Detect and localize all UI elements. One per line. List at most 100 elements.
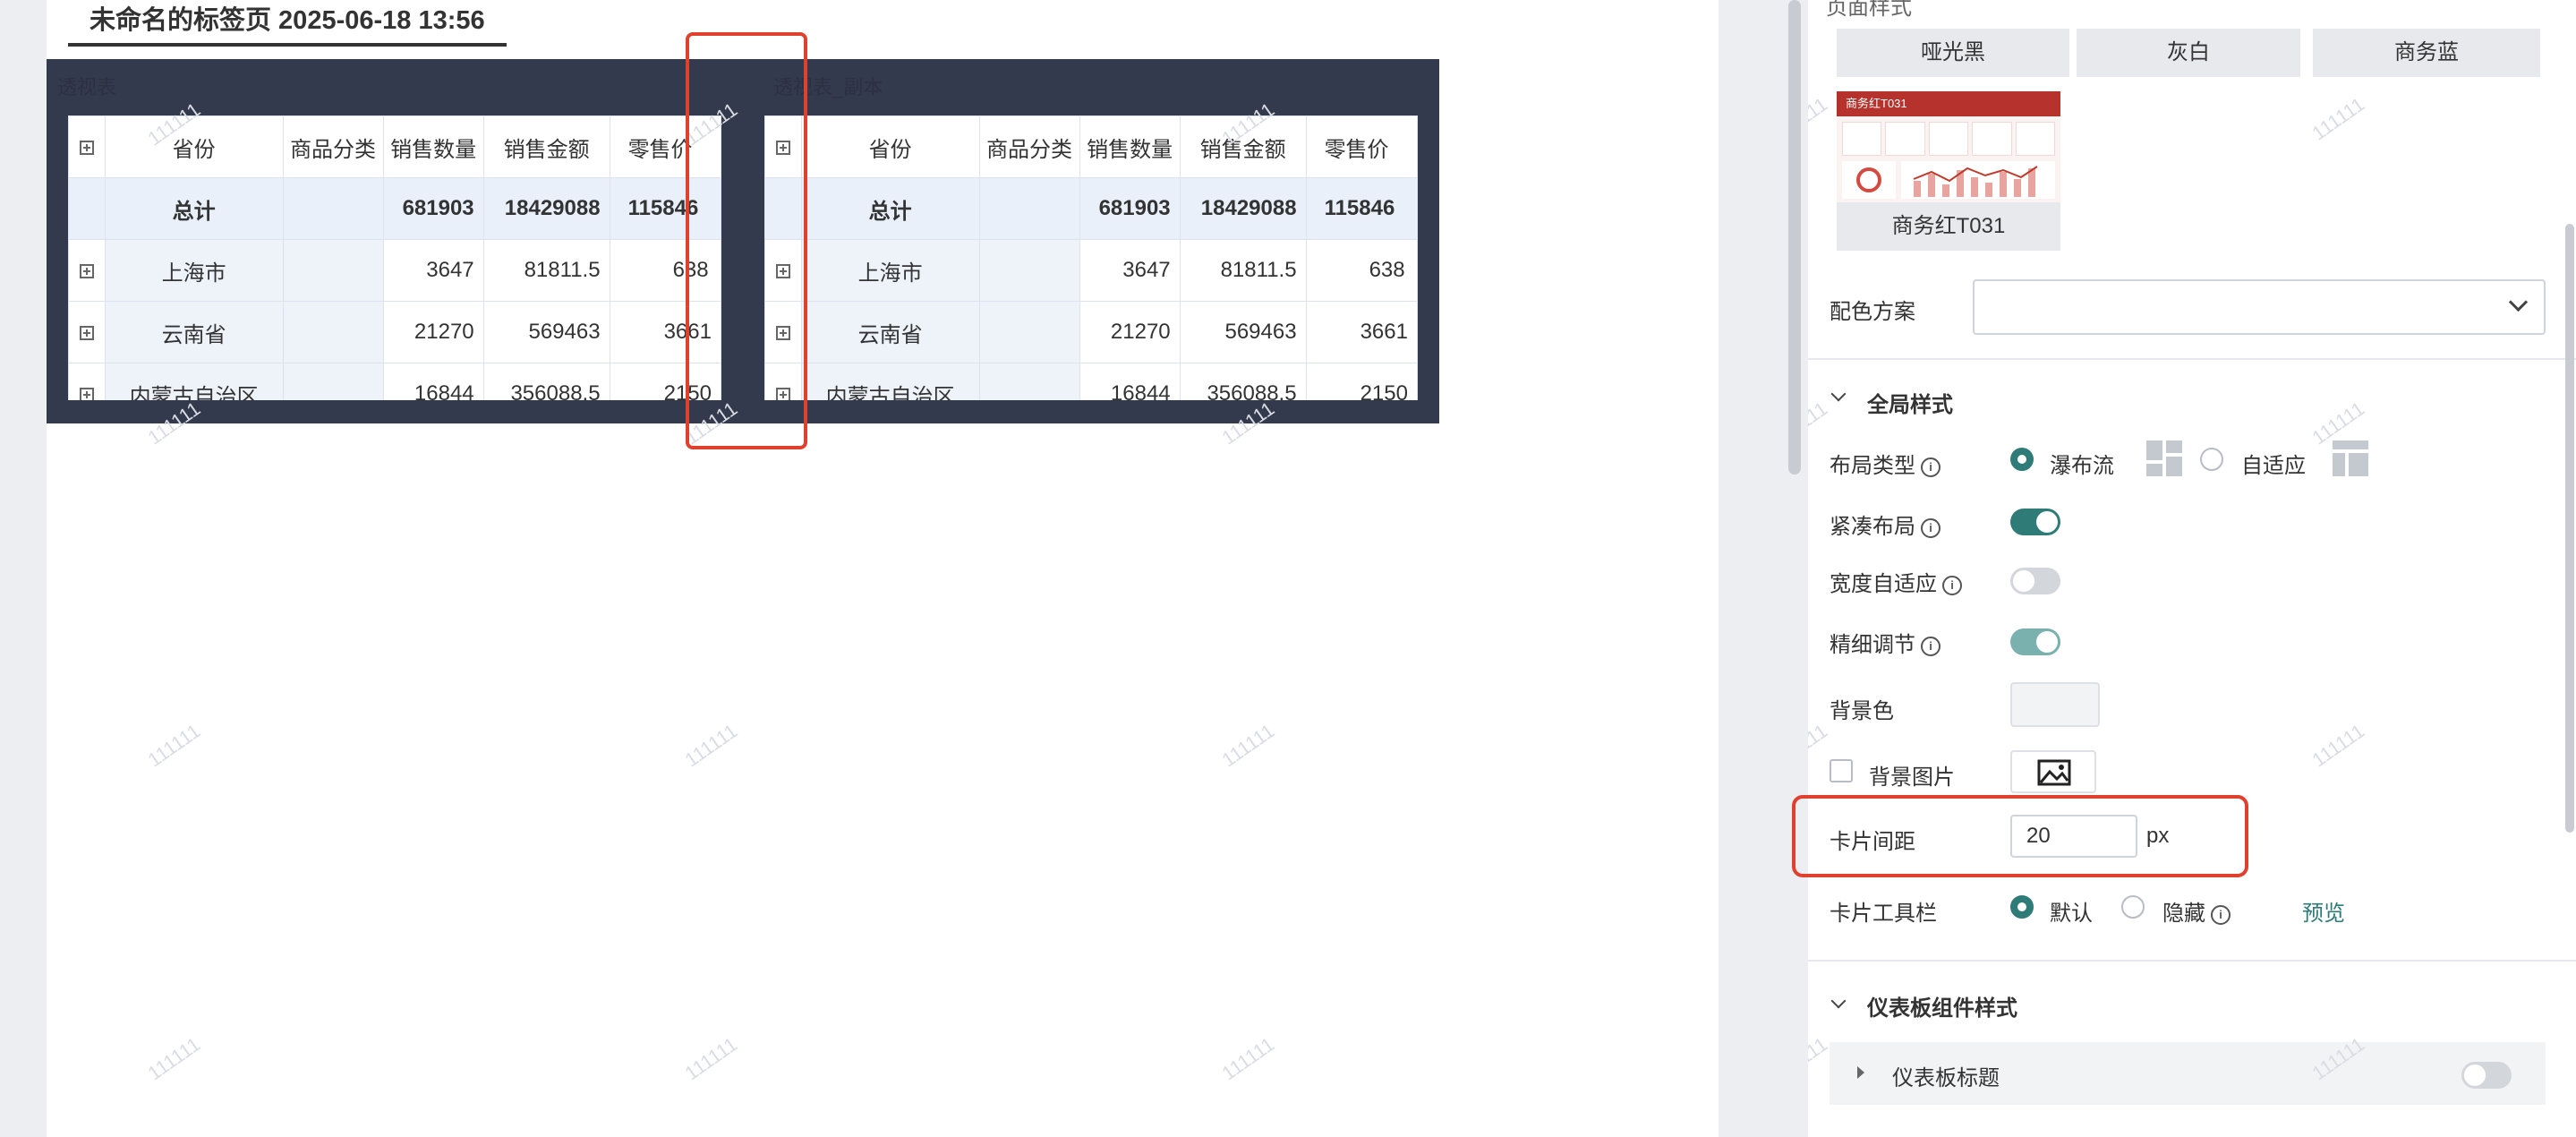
watermark: 111111 [680, 719, 742, 772]
section-title-page-style: 页面样式 [1826, 0, 1912, 20]
divider [1808, 960, 2576, 962]
info-icon: i [1921, 636, 1941, 656]
layout-type-label: 布局类型 i [1830, 448, 1941, 479]
pivot-card-1[interactable]: 透视表 省份 商品分类 销售数量 销售金额 零售价 总计 681903 1842… [47, 59, 743, 423]
table-row: 云南省 21270 569463 3661 [764, 301, 1418, 363]
total-row: 总计 681903 18429088 115846 [68, 177, 721, 240]
width-adapt-label: 宽度自适应 i [1830, 566, 1962, 597]
image-icon [2037, 759, 2071, 786]
toolbar-option-hidden: 隐藏 i [2162, 895, 2231, 927]
table-row: 内蒙古自治区 16844 356088.5 2150 [764, 363, 1418, 400]
color-scheme-select[interactable] [1973, 279, 2546, 335]
radio-toolbar-hidden[interactable] [2121, 895, 2145, 919]
gap-highlight-box [686, 32, 807, 449]
dashboard-title-row[interactable]: 仪表板标题 [1830, 1042, 2546, 1105]
table-row: 云南省 21270 569463 3661 [68, 301, 721, 363]
dashboard-title-label: 仪表板标题 [1892, 1066, 2000, 1090]
width-adapt-toggle[interactable] [2010, 568, 2060, 594]
bg-image-label: 背景图片 [1869, 765, 1955, 790]
column-header[interactable]: 零售价 [1305, 115, 1418, 178]
watermark: 111111 [2307, 719, 2369, 772]
card-toolbar-label: 卡片工具栏 [1830, 902, 1937, 926]
panel-scrollbar[interactable] [2565, 224, 2574, 833]
watermark: 111111 [1808, 719, 1832, 772]
info-icon: i [1921, 517, 1941, 538]
caret-right-icon [1857, 1066, 1864, 1079]
fine-tune-label: 精细调节 i [1830, 627, 1941, 658]
adaptive-layout-icon [2333, 440, 2368, 476]
pivot-table-2: 省份 商品分类 销售数量 销售金额 零售价 总计 681903 18429088… [764, 115, 1418, 400]
total-label: 总计 [800, 177, 980, 240]
expand-row-icon[interactable] [68, 363, 106, 400]
radio-adaptive[interactable] [2200, 448, 2223, 471]
theme-gray-white[interactable]: 灰白 [2077, 29, 2300, 77]
layout-option-adaptive[interactable]: 自适应 [2241, 448, 2306, 479]
watermark: 111111 [1217, 1032, 1279, 1085]
theme-thumbnail: 商务红T031 [1837, 91, 2060, 202]
info-icon: i [1921, 457, 1941, 477]
watermark: 111111 [143, 719, 205, 772]
expand-row-icon[interactable] [68, 301, 106, 363]
divider [1808, 358, 2576, 360]
style-settings-panel: 页面样式 哑光黑 灰白 商务蓝 商务红T031 商务红T031 配色方案 全局样… [1808, 0, 2576, 1137]
column-header[interactable]: 销售金额 [1179, 115, 1307, 178]
thumb-header: 商务红T031 [1837, 91, 2060, 116]
collapse-icon[interactable] [1830, 993, 1847, 1009]
bg-image-picker[interactable] [2010, 750, 2096, 793]
bg-color-swatch[interactable] [2010, 682, 2100, 727]
info-icon: i [1942, 575, 1962, 595]
compact-layout-label: 紧凑布局 i [1830, 509, 1941, 540]
preview-link[interactable]: 预览 [2302, 895, 2345, 927]
expand-all-icon[interactable] [68, 115, 106, 178]
collapse-icon[interactable] [1830, 386, 1847, 402]
layout-option-waterfall[interactable]: 瀑布流 [2050, 448, 2114, 479]
column-header[interactable]: 省份 [800, 115, 980, 178]
column-header[interactable]: 销售金额 [482, 115, 610, 178]
theme-business-blue[interactable]: 商务蓝 [2313, 29, 2540, 77]
total-label: 总计 [104, 177, 284, 240]
theme-thumb-label: 商务红T031 [1891, 214, 2006, 238]
column-header[interactable]: 商品分类 [282, 115, 384, 178]
column-header[interactable]: 销售数量 [382, 115, 484, 178]
card-gap-highlight-box [1792, 795, 2248, 877]
dashboard-style-section[interactable]: 仪表板组件样式 [1867, 990, 2017, 1022]
thumb-chart [1842, 161, 2055, 199]
chevron-down-icon [2508, 292, 2529, 312]
bg-image-checkbox[interactable] [1830, 759, 1853, 782]
toolbar-option-default[interactable]: 默认 [2050, 895, 2093, 927]
total-row: 总计 681903 18429088 115846 [764, 177, 1418, 240]
theme-matte-black[interactable]: 哑光黑 [1837, 29, 2069, 77]
table-row: 上海市 3647 81811.5 638 [68, 239, 721, 302]
compact-layout-toggle[interactable] [2010, 509, 2060, 535]
radio-toolbar-default[interactable] [2010, 895, 2034, 919]
theme-business-red[interactable]: 商务红T031 商务红T031 [1837, 91, 2060, 251]
expand-row-icon[interactable] [68, 239, 106, 302]
waterfall-layout-icon [2146, 440, 2182, 476]
tab-title[interactable]: 未命名的标签页 2025-06-18 13:56 [68, 0, 507, 47]
watermark: 111111 [2307, 92, 2369, 145]
global-style-section[interactable]: 全局样式 [1867, 387, 1953, 418]
pivot-table-1: 省份 商品分类 销售数量 销售金额 零售价 总计 681903 18429088… [68, 115, 721, 400]
color-scheme-label: 配色方案 [1830, 300, 1915, 324]
canvas-scrollbar[interactable] [1788, 0, 1801, 474]
watermark: 111111 [680, 1032, 742, 1085]
bg-color-label: 背景色 [1830, 699, 1894, 723]
card-title: 透视表 [57, 76, 117, 98]
watermark: 111111 [1217, 719, 1279, 772]
table-row: 上海市 3647 81811.5 638 [764, 239, 1418, 302]
radio-waterfall[interactable] [2010, 448, 2034, 471]
dashboard-canvas: 未命名的标签页 2025-06-18 13:56 透视表 省份 商品分类 销售数… [47, 0, 1719, 1137]
pivot-card-2[interactable]: 透视表_副本 省份 商品分类 销售数量 销售金额 零售价 总计 681903 1… [743, 59, 1439, 423]
column-header[interactable]: 销售数量 [1079, 115, 1181, 178]
info-icon: i [2211, 904, 2231, 925]
thumb-kpi-row [1842, 122, 2056, 156]
table-row: 内蒙古自治区 16844 356088.5 2150 [68, 363, 721, 400]
watermark: 111111 [1808, 1032, 1832, 1085]
dashboard-title-toggle[interactable] [2461, 1062, 2512, 1089]
column-header[interactable]: 商品分类 [978, 115, 1080, 178]
watermark: 111111 [143, 1032, 205, 1085]
fine-tune-toggle[interactable] [2010, 628, 2060, 655]
watermark: 111111 [1808, 92, 1832, 145]
column-header[interactable]: 省份 [104, 115, 284, 178]
watermark: 111111 [1808, 397, 1832, 449]
